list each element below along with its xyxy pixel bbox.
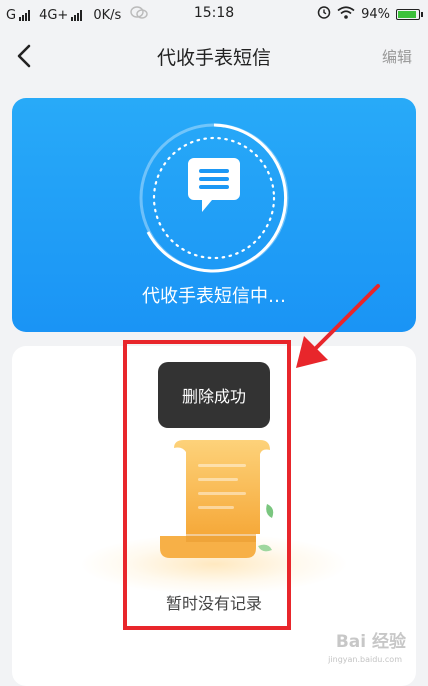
status-bar: G 4G+ 0K/s 15:18 94% [0,0,428,28]
watermark-logo: Bai 经验 [335,632,406,652]
battery-percent: 94% [361,6,390,22]
nav-bar: 代收手表短信 编辑 [0,28,428,84]
highlight-box [123,340,291,630]
annotation-arrow-icon [296,284,380,368]
page-title: 代收手表短信 [156,47,271,69]
watermark-url: jingyan.baidu.com [328,655,402,664]
message-icon [188,158,240,212]
battery-icon [396,8,423,20]
alarm-icon [317,5,331,23]
edit-button[interactable]: 编辑 [382,46,412,67]
status-right: 94% [317,5,423,23]
wifi-icon [337,5,355,23]
